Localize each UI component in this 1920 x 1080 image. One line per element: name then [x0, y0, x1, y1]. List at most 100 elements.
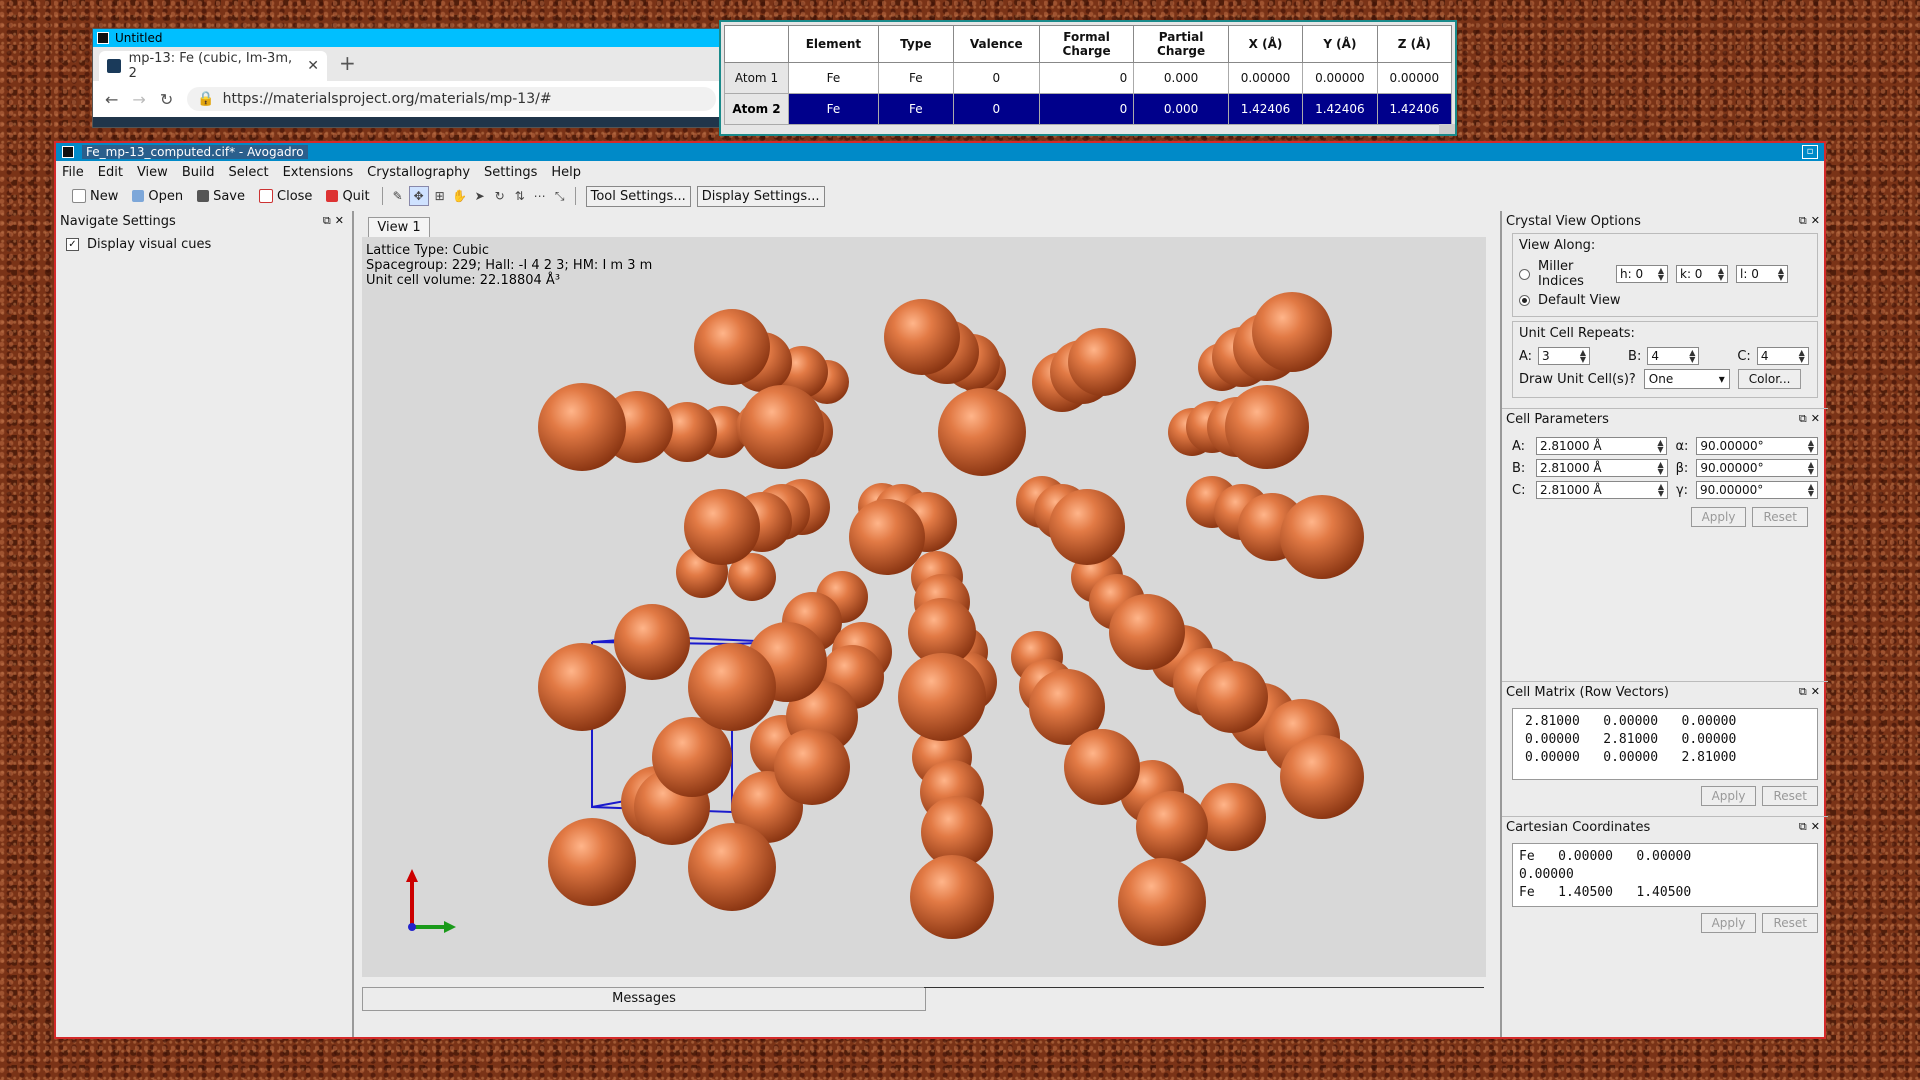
- menu-settings[interactable]: Settings: [484, 165, 537, 180]
- draw-tool-icon[interactable]: ✎: [389, 187, 407, 205]
- autooptimize-tool-icon[interactable]: ⤡: [551, 187, 569, 205]
- atom-sphere[interactable]: [538, 383, 626, 471]
- address-bar[interactable]: 🔒 https://materialsproject.org/materials…: [187, 87, 716, 111]
- spin-arrows-icon[interactable]: ▲ ▼: [1658, 483, 1664, 498]
- table-row[interactable]: Atom 1 Fe Fe 0 0 0.000 0.00000 0.00000 0…: [724, 62, 1453, 94]
- atom-sphere[interactable]: [1196, 661, 1268, 733]
- panel-controls[interactable]: ⧉✕: [1799, 685, 1824, 699]
- atom-sphere[interactable]: [938, 388, 1026, 476]
- c-repeat-spinbox[interactable]: 4 ▲ ▼: [1756, 347, 1809, 365]
- menu-help[interactable]: Help: [551, 165, 581, 180]
- atom-sphere[interactable]: [1198, 783, 1266, 851]
- back-icon[interactable]: ←: [105, 90, 118, 109]
- atom-sphere[interactable]: [1225, 385, 1309, 469]
- save-button[interactable]: Save: [191, 187, 251, 206]
- avogadro-titlebar[interactable]: Fe_mp-13_computed.cif* - Avogadro ▫: [56, 143, 1824, 161]
- atom-sphere[interactable]: [688, 643, 776, 731]
- atom-sphere[interactable]: [1118, 858, 1206, 946]
- spin-arrows-icon[interactable]: ▲ ▼: [1658, 267, 1664, 282]
- header-valence[interactable]: Valence: [952, 25, 1040, 63]
- visual-cues-option[interactable]: ✓ Display visual cues: [56, 231, 352, 258]
- header-partial-charge[interactable]: Partial Charge: [1133, 25, 1229, 63]
- cell-type[interactable]: Fe: [877, 62, 954, 94]
- cell-partial[interactable]: 0.000: [1133, 62, 1229, 94]
- default-view-radio[interactable]: [1519, 295, 1530, 306]
- spin-arrows-icon[interactable]: ▲ ▼: [1778, 267, 1784, 282]
- atom-sphere[interactable]: [884, 299, 960, 375]
- a-repeat-spinbox[interactable]: 3 ▲ ▼: [1538, 347, 1591, 365]
- cell-partial[interactable]: 0.000: [1133, 93, 1229, 125]
- messages-tab[interactable]: Messages: [362, 987, 926, 1011]
- spin-arrows-icon[interactable]: ▲ ▼: [1799, 349, 1805, 364]
- new-tab-button[interactable]: +: [327, 51, 368, 81]
- atom-sphere[interactable]: [684, 489, 760, 565]
- browser-titlebar[interactable]: Untitled: [93, 29, 720, 47]
- menu-build[interactable]: Build: [182, 165, 215, 180]
- beta-spinbox[interactable]: 90.00000° ▲ ▼: [1696, 459, 1818, 477]
- new-button[interactable]: New: [66, 187, 124, 206]
- menu-crystallography[interactable]: Crystallography: [367, 165, 470, 180]
- atom-sphere[interactable]: [1252, 292, 1332, 372]
- molecule-viewport[interactable]: Lattice Type: Cubic Spacegroup: 229; Hal…: [362, 237, 1486, 977]
- a-length-spinbox[interactable]: 2.81000 Å ▲ ▼: [1535, 437, 1668, 455]
- cell-element[interactable]: Fe: [787, 93, 879, 125]
- b-length-spinbox[interactable]: 2.81000 Å ▲ ▼: [1535, 459, 1668, 477]
- spin-arrows-icon[interactable]: ▲ ▼: [1808, 439, 1814, 454]
- table-row[interactable]: Atom 2 Fe Fe 0 0 0.000 1.42406 1.42406 1…: [724, 93, 1453, 125]
- close-button[interactable]: Close: [253, 187, 318, 206]
- corner-cell[interactable]: [724, 25, 789, 63]
- row-label[interactable]: Atom 1: [724, 62, 789, 94]
- browser-tab[interactable]: mp-13: Fe (cubic, Im-3m, 2 ✕: [99, 51, 327, 81]
- cell-x[interactable]: 0.00000: [1227, 62, 1304, 94]
- scrollbar[interactable]: [1439, 124, 1455, 134]
- reload-icon[interactable]: ↻: [160, 90, 173, 109]
- cell-x[interactable]: 1.42406: [1227, 93, 1304, 125]
- atom-sphere[interactable]: [1109, 594, 1185, 670]
- atom-sphere[interactable]: [774, 729, 850, 805]
- atom-sphere[interactable]: [1280, 495, 1364, 579]
- tab-view-1[interactable]: View 1: [368, 217, 430, 238]
- cell-params-reset-button[interactable]: Reset: [1752, 507, 1808, 527]
- manipulate-tool-icon[interactable]: ✋: [451, 187, 469, 205]
- atom-sphere[interactable]: [614, 604, 690, 680]
- rotate-tool-icon[interactable]: ↻: [491, 187, 509, 205]
- cell-z[interactable]: 1.42406: [1376, 93, 1453, 125]
- header-type[interactable]: Type: [877, 25, 954, 63]
- row-label[interactable]: Atom 2: [724, 93, 789, 125]
- menu-select[interactable]: Select: [228, 165, 268, 180]
- c-length-spinbox[interactable]: 2.81000 Å ▲ ▼: [1536, 481, 1668, 499]
- atom-sphere[interactable]: [898, 653, 986, 741]
- cartesian-reset-button[interactable]: Reset: [1762, 913, 1818, 933]
- color-button[interactable]: Color...: [1737, 369, 1802, 389]
- bond-centric-tool-icon[interactable]: ⊞: [431, 187, 449, 205]
- alpha-spinbox[interactable]: 90.00000° ▲ ▼: [1696, 437, 1818, 455]
- spin-arrows-icon[interactable]: ▲ ▼: [1808, 461, 1814, 476]
- header-y[interactable]: Y (Å): [1302, 25, 1378, 63]
- menu-edit[interactable]: Edit: [98, 165, 123, 180]
- forward-icon[interactable]: →: [132, 90, 145, 109]
- cartesian-apply-button[interactable]: Apply: [1700, 913, 1757, 933]
- select-tool-icon[interactable]: ➤: [471, 187, 489, 205]
- atom-sphere[interactable]: [538, 643, 626, 731]
- panel-controls[interactable]: ⧉✕: [1799, 820, 1824, 834]
- navigate-tool-icon[interactable]: ✥: [408, 186, 429, 206]
- cell-y[interactable]: 1.42406: [1302, 93, 1378, 125]
- panel-controls[interactable]: ⧉✕: [323, 214, 348, 228]
- maximize-icon[interactable]: ▫: [1802, 145, 1818, 159]
- header-formal-charge[interactable]: Formal Charge: [1038, 25, 1135, 63]
- spin-arrows-icon[interactable]: ▲ ▼: [1718, 267, 1724, 282]
- h-spinbox[interactable]: h: 0 ▲ ▼: [1616, 265, 1668, 283]
- k-spinbox[interactable]: k: 0 ▲ ▼: [1676, 265, 1728, 283]
- cell-matrix-reset-button[interactable]: Reset: [1762, 786, 1818, 806]
- draw-cell-select[interactable]: One ▾: [1643, 369, 1730, 389]
- atom-sphere[interactable]: [910, 855, 994, 939]
- atom-sphere[interactable]: [740, 385, 824, 469]
- cell-params-apply-button[interactable]: Apply: [1690, 507, 1747, 527]
- menu-extensions[interactable]: Extensions: [283, 165, 354, 180]
- align-tool-icon[interactable]: ⋯: [531, 187, 549, 205]
- cell-formal[interactable]: 0: [1038, 93, 1135, 125]
- crystal-scene[interactable]: [362, 237, 1486, 977]
- cell-y[interactable]: 0.00000: [1302, 62, 1378, 94]
- b-repeat-spinbox[interactable]: 4 ▲ ▼: [1647, 347, 1700, 365]
- spin-arrows-icon[interactable]: ▲ ▼: [1657, 439, 1663, 454]
